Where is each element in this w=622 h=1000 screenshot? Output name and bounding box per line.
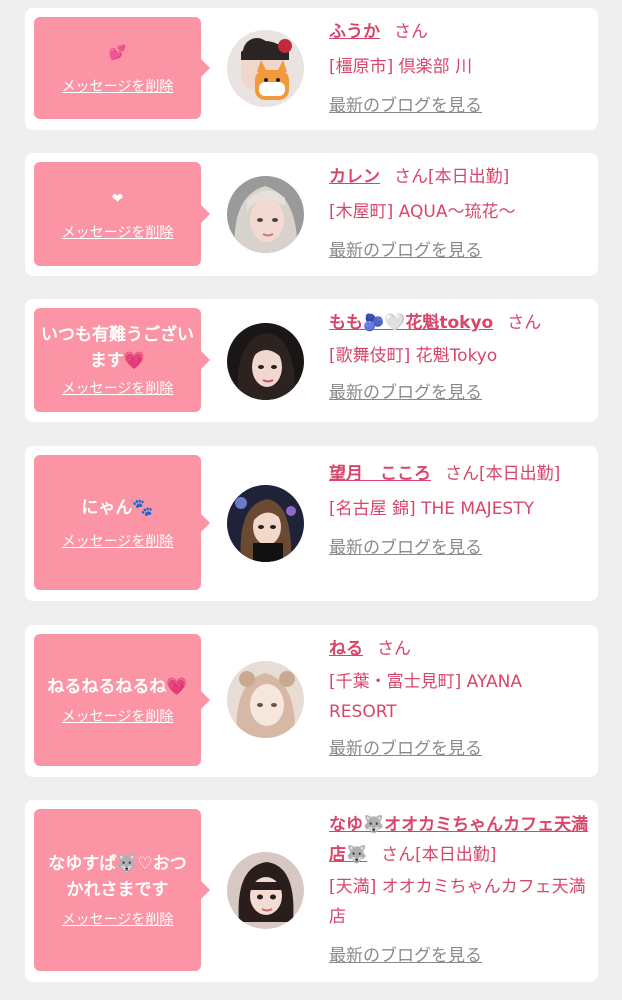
message-bubble: ❤ メッセージを削除 — [34, 162, 210, 266]
bob-hair-portrait-avatar-icon — [227, 852, 304, 929]
honorific: さん — [381, 845, 416, 865]
name-line: 望月 こころ さん[本日出勤] — [329, 458, 591, 490]
view-latest-blog-link[interactable]: 最新のブログを見る — [329, 735, 591, 763]
avatar[interactable] — [227, 485, 304, 562]
honorific: さん — [507, 313, 542, 333]
message-text: 💕 — [108, 45, 127, 61]
shop-name: [橿原市] 倶楽部 川 — [329, 57, 473, 77]
list-item: にゃん🐾 メッセージを削除 望月 こころ さん[本日出勤] [名古屋 錦] THE… — [25, 446, 598, 601]
honorific: さん — [377, 639, 411, 659]
cast-name-link[interactable]: 望月 こころ — [329, 464, 431, 484]
honorific: さん — [445, 464, 479, 484]
entry-info: ねる さん [千葉・富士見町] AYANA RESORT 最新のブログを見る — [329, 635, 591, 763]
name-line: なゆ🐺オオカミちゃんカフェ天満店🐺 さん[本日出勤] — [329, 810, 591, 870]
delete-message-link[interactable]: メッセージを削除 — [62, 76, 174, 96]
avatar[interactable] — [227, 323, 304, 400]
view-latest-blog-link[interactable]: 最新のブログを見る — [329, 92, 591, 120]
delete-message-link[interactable]: メッセージを削除 — [62, 222, 174, 242]
status-badge: [本日出勤] — [415, 845, 497, 865]
shop-name: [歌舞伎町] 花魁Tokyo — [329, 346, 498, 366]
delete-message-link[interactable]: メッセージを削除 — [62, 909, 174, 929]
message-bubble: ねるねるねるね💗 メッセージを削除 — [34, 634, 210, 766]
message-bubble: なゆすぱ🐺♡おつかれさまです メッセージを削除 — [34, 809, 210, 971]
message-bubble: にゃん🐾 メッセージを削除 — [34, 455, 210, 590]
message-list: 💕 メッセージを削除 ふうか さん [橿原市] 倶楽部 川 最新のブログを見る … — [0, 0, 622, 1000]
view-latest-blog-link[interactable]: 最新のブログを見る — [329, 379, 591, 407]
list-item: いつも有難うございます💗 メッセージを削除 もも🫐🤍花魁tokyo さん [歌舞伎… — [25, 299, 598, 422]
honorific: さん — [394, 22, 428, 42]
avatar[interactable] — [227, 661, 304, 738]
entry-info: もも🫐🤍花魁tokyo さん [歌舞伎町] 花魁Tokyo 最新のブログを見る — [329, 309, 591, 407]
avatar[interactable] — [227, 852, 304, 929]
avatar[interactable] — [227, 176, 304, 253]
shop-name: [名古屋 錦] THE MAJESTY — [329, 499, 534, 519]
list-item: ❤ メッセージを削除 カレン さん[本日出勤] [木屋町] AQUA〜琉花〜 最新… — [25, 153, 598, 276]
message-bubble: いつも有難うございます💗 メッセージを削除 — [34, 308, 210, 412]
message-text: ねるねるねるね💗 — [47, 677, 188, 697]
entry-info: なゆ🐺オオカミちゃんカフェ天満店🐺 さん[本日出勤] [天満] オオカミちゃんカフ… — [329, 810, 591, 970]
cat-sticker-avatar-icon — [227, 30, 304, 107]
cast-name-link[interactable]: ねる — [329, 639, 363, 659]
delete-message-link[interactable]: メッセージを削除 — [62, 531, 174, 551]
status-badge: [本日出勤] — [428, 167, 510, 187]
name-line: カレン さん[本日出勤] — [329, 163, 591, 191]
message-text: なゆすぱ🐺♡おつかれさまです — [48, 854, 187, 900]
list-item: 💕 メッセージを削除 ふうか さん [橿原市] 倶楽部 川 最新のブログを見る — [25, 8, 598, 130]
cast-name-link[interactable]: もも🫐🤍花魁tokyo — [329, 313, 493, 333]
entry-info: 望月 こころ さん[本日出勤] [名古屋 錦] THE MAJESTY 最新のブロ… — [329, 458, 591, 562]
status-badge: [本日出勤] — [479, 464, 561, 484]
cast-name-link[interactable]: ふうか — [329, 22, 380, 42]
entry-info: ふうか さん [橿原市] 倶楽部 川 最新のブログを見る — [329, 18, 591, 120]
message-text: いつも有難うございます💗 — [41, 325, 194, 371]
shop-name: [千葉・富士見町] AYANA RESORT — [329, 672, 523, 722]
blonde-portrait-avatar-icon — [227, 176, 304, 253]
view-latest-blog-link[interactable]: 最新のブログを見る — [329, 534, 591, 562]
message-bubble: 💕 メッセージを削除 — [34, 17, 210, 119]
view-latest-blog-link[interactable]: 最新のブログを見る — [329, 942, 591, 970]
delete-message-link[interactable]: メッセージを削除 — [62, 706, 174, 726]
message-text: にゃん🐾 — [81, 497, 154, 518]
name-line: ふうか さん — [329, 18, 591, 46]
cast-name-link[interactable]: カレン — [329, 167, 380, 187]
entry-info: カレン さん[本日出勤] [木屋町] AQUA〜琉花〜 最新のブログを見る — [329, 163, 591, 265]
soft-portrait-avatar-icon — [227, 661, 304, 738]
name-line: もも🫐🤍花魁tokyo さん — [329, 309, 591, 337]
list-item: ねるねるねるね💗 メッセージを削除 ねる さん [千葉・富士見町] AYANA R… — [25, 625, 598, 777]
list-item: なゆすぱ🐺♡おつかれさまです メッセージを削除 なゆ🐺オオカミちゃんカフェ天満店… — [25, 800, 598, 982]
dark-hair-portrait-avatar-icon — [227, 323, 304, 400]
delete-message-link[interactable]: メッセージを削除 — [62, 378, 174, 398]
message-text: ❤ — [111, 191, 124, 207]
party-portrait-avatar-icon — [227, 485, 304, 562]
shop-name: [木屋町] AQUA〜琉花〜 — [329, 202, 516, 222]
shop-name: [天満] オオカミちゃんカフェ天満店 — [329, 877, 586, 927]
avatar[interactable] — [227, 30, 304, 107]
honorific: さん — [394, 167, 428, 187]
name-line: ねる さん — [329, 635, 591, 663]
view-latest-blog-link[interactable]: 最新のブログを見る — [329, 237, 591, 265]
